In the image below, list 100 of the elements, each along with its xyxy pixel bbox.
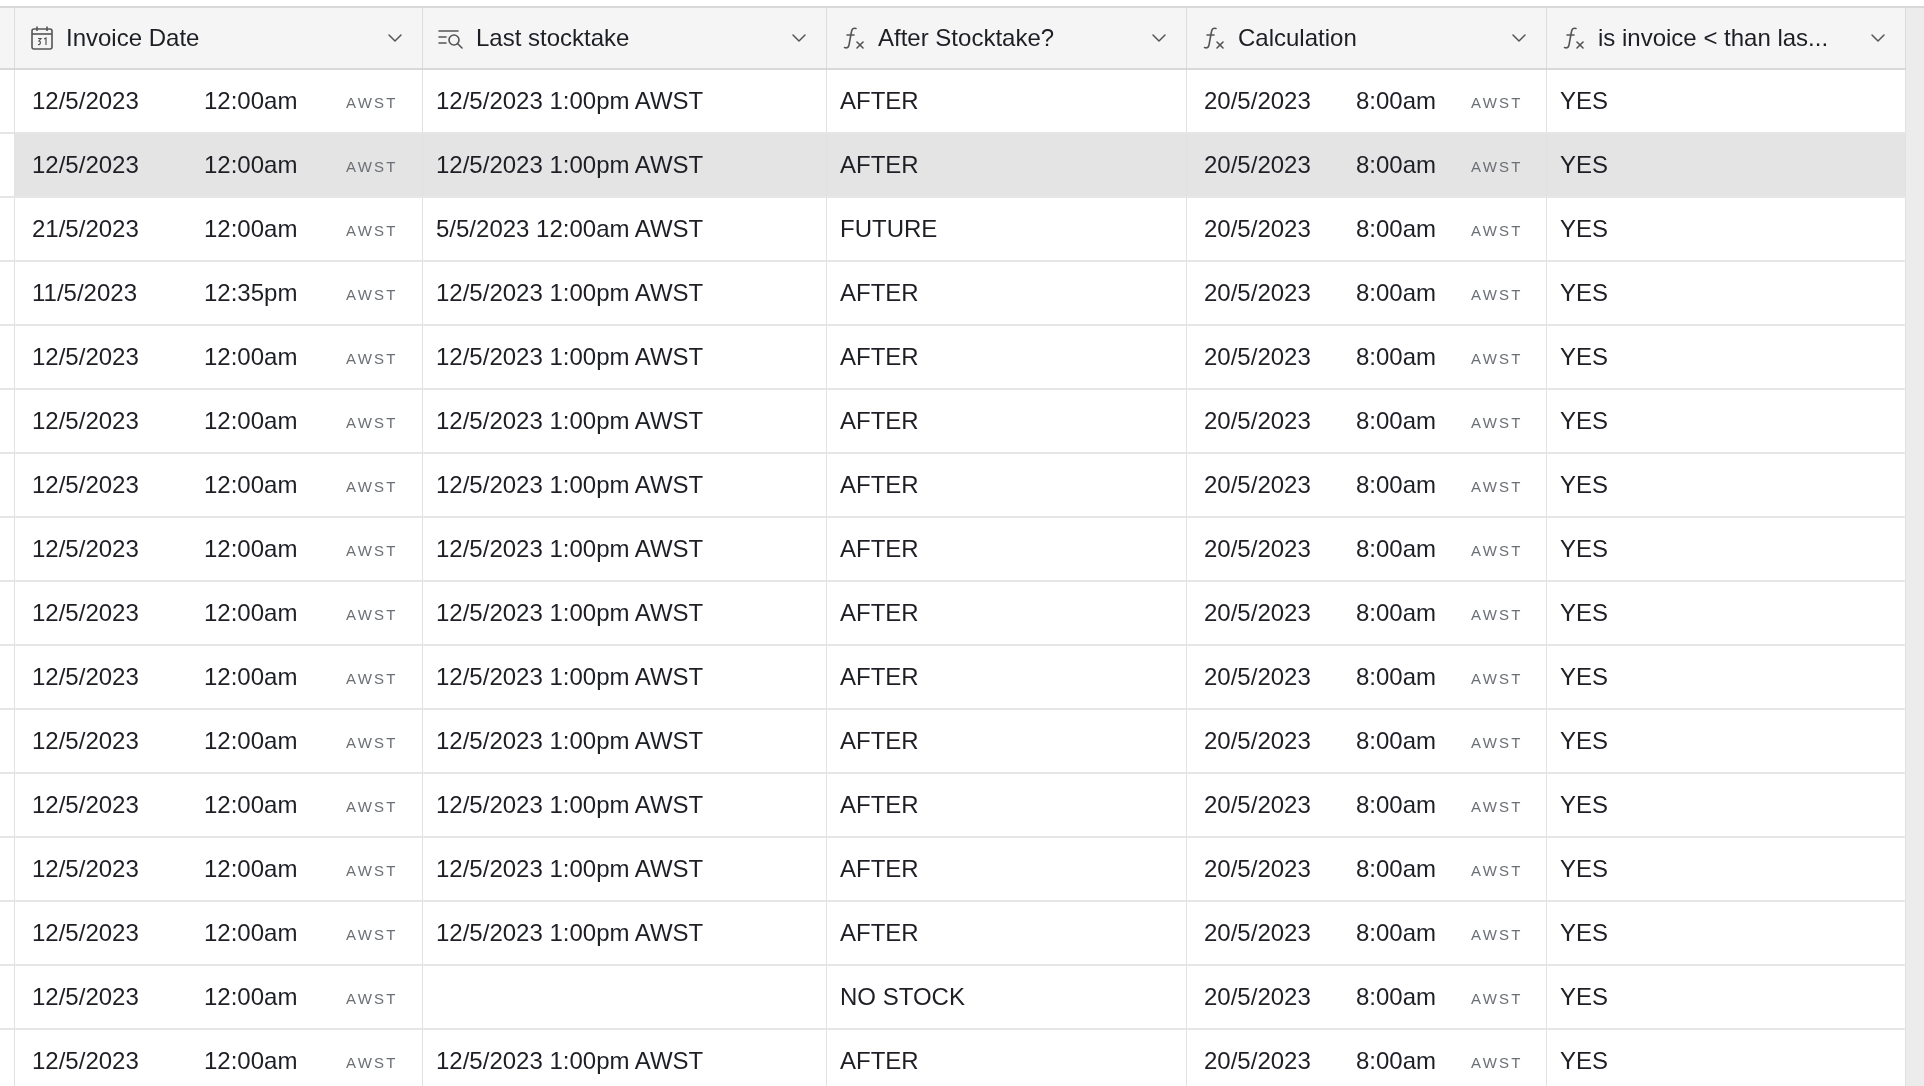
date-text: 20/5/2023 <box>1204 534 1312 564</box>
time-text: 12:00am <box>204 918 299 948</box>
time-text: 8:00am <box>1356 1046 1438 1076</box>
column-header[interactable]: Calculation <box>1187 8 1547 68</box>
time-text: 12:00am <box>204 86 299 116</box>
timezone-text: AWST <box>346 540 398 561</box>
time-text: 8:00am <box>1356 278 1438 308</box>
time-text: 12:00am <box>204 406 299 436</box>
timezone-text: AWST <box>346 284 398 305</box>
date-text: 12/5/2023 <box>32 534 140 564</box>
timezone-text: AWST <box>346 412 398 433</box>
timezone-text: AWST <box>1471 284 1523 305</box>
column-header[interactable]: After Stocktake? <box>827 8 1187 68</box>
date-text: 12/5/2023 <box>32 726 140 756</box>
table-cell: YES <box>1547 134 1906 196</box>
timezone-text: AWST <box>346 92 398 113</box>
time-text: 12:00am <box>204 726 299 756</box>
timezone-text: AWST <box>346 1052 398 1073</box>
time-text: 12:00am <box>204 790 299 820</box>
date-text: 12/5/2023 <box>32 406 140 436</box>
date-text: 20/5/2023 <box>1204 86 1312 116</box>
date-text: 20/5/2023 <box>1204 470 1312 500</box>
formula-icon <box>1202 26 1226 50</box>
time-text: 8:00am <box>1356 534 1438 564</box>
table-cell: AFTER <box>827 134 1187 196</box>
time-text: 8:00am <box>1356 470 1438 500</box>
formula-icon <box>842 26 866 50</box>
date-text: 21/5/2023 <box>32 214 140 244</box>
date-text: 20/5/2023 <box>1204 982 1312 1012</box>
date-text: 20/5/2023 <box>1204 278 1312 308</box>
timezone-text: AWST <box>346 796 398 817</box>
time-text: 12:00am <box>204 662 299 692</box>
timezone-text: AWST <box>1471 924 1523 945</box>
timezone-text: AWST <box>1471 156 1523 177</box>
date-text: 12/5/2023 <box>32 854 140 884</box>
time-text: 8:00am <box>1356 726 1438 756</box>
date-text: 12/5/2023 <box>32 918 140 948</box>
date-text: 20/5/2023 <box>1204 726 1312 756</box>
timezone-text: AWST <box>1471 988 1523 1009</box>
time-text: 8:00am <box>1356 854 1438 884</box>
date-text: 12/5/2023 <box>32 342 140 372</box>
timezone-text: AWST <box>1471 668 1523 689</box>
date-text: 20/5/2023 <box>1204 406 1312 436</box>
date-text: 11/5/2023 <box>32 278 138 308</box>
time-text: 8:00am <box>1356 150 1438 180</box>
timezone-text: AWST <box>346 924 398 945</box>
time-text: 12:00am <box>204 470 299 500</box>
timezone-text: AWST <box>1471 540 1523 561</box>
timezone-text: AWST <box>346 476 398 497</box>
timezone-text: AWST <box>1471 860 1523 881</box>
time-text: 12:00am <box>204 854 299 884</box>
date-text: 20/5/2023 <box>1204 342 1312 372</box>
time-text: 8:00am <box>1356 214 1438 244</box>
date-text: 20/5/2023 <box>1204 214 1312 244</box>
formula-icon <box>1562 26 1586 50</box>
date-text: 12/5/2023 <box>32 86 140 116</box>
date-text: 20/5/2023 <box>1204 1046 1312 1076</box>
timezone-text: AWST <box>346 220 398 241</box>
timezone-text: AWST <box>1471 348 1523 369</box>
date-text: 12/5/2023 <box>32 790 140 820</box>
time-text: 8:00am <box>1356 918 1438 948</box>
time-text: 12:00am <box>204 214 299 244</box>
timezone-text: AWST <box>1471 412 1523 433</box>
date-text: 20/5/2023 <box>1204 918 1312 948</box>
timezone-text: AWST <box>346 732 398 753</box>
timezone-text: AWST <box>346 860 398 881</box>
time-text: 12:00am <box>204 342 299 372</box>
time-text: 12:35pm <box>204 278 299 308</box>
date-text: 12/5/2023 <box>32 470 140 500</box>
column-header[interactable]: Invoice Date <box>15 8 423 68</box>
date-text: 20/5/2023 <box>1204 790 1312 820</box>
time-text: 8:00am <box>1356 406 1438 436</box>
timezone-text: AWST <box>1471 92 1523 113</box>
timezone-text: AWST <box>1471 796 1523 817</box>
date-text: 20/5/2023 <box>1204 854 1312 884</box>
time-text: 8:00am <box>1356 790 1438 820</box>
date-text: 12/5/2023 <box>32 982 140 1012</box>
date-text: 20/5/2023 <box>1204 150 1312 180</box>
date-text: 12/5/2023 <box>32 150 140 180</box>
timezone-text: AWST <box>1471 604 1523 625</box>
timezone-text: AWST <box>346 668 398 689</box>
timezone-text: AWST <box>346 988 398 1009</box>
timezone-text: AWST <box>1471 476 1523 497</box>
time-text: 8:00am <box>1356 86 1438 116</box>
time-text: 12:00am <box>204 534 299 564</box>
timezone-text: AWST <box>1471 732 1523 753</box>
time-text: 12:00am <box>204 1046 299 1076</box>
time-text: 8:00am <box>1356 662 1438 692</box>
column-header[interactable]: Last stocktake <box>423 8 827 68</box>
date-text: 20/5/2023 <box>1204 662 1312 692</box>
date-text: 12/5/2023 <box>32 1046 140 1076</box>
timezone-text: AWST <box>1471 1052 1523 1073</box>
timezone-text: AWST <box>346 156 398 177</box>
timezone-text: AWST <box>1471 220 1523 241</box>
date-text: 20/5/2023 <box>1204 598 1312 628</box>
timezone-text: AWST <box>346 348 398 369</box>
lookup-icon <box>438 27 464 49</box>
date-text: 12/5/2023 <box>32 598 140 628</box>
time-text: 12:00am <box>204 150 299 180</box>
time-text: 8:00am <box>1356 342 1438 372</box>
